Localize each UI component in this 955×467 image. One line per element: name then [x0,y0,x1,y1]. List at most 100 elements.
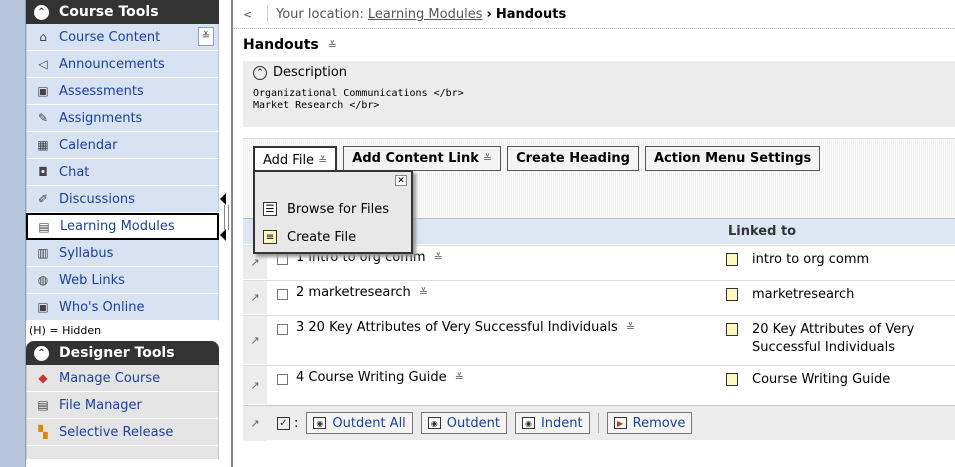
row-checkbox[interactable] [277,289,288,300]
sidebar-item-file-manager[interactable]: ▤ File Manager [26,392,219,419]
breadcrumb-separator: › [486,6,492,22]
document-icon [726,323,738,336]
drag-handle-icon[interactable]: ↗ [243,366,267,404]
menu-item-browse-for-files[interactable]: ☰ Browse for Files [263,198,389,220]
collapse-icon[interactable]: ⌃ [253,65,267,80]
bulk-actions-row: ↗ ✓ : ◉ Outdent All ◉ Outdent ◉ Indent ▶ Rem… [243,405,955,441]
breadcrumb-link-learning-modules[interactable]: Learning Modules [368,7,483,22]
remove-label: Remove [632,415,686,431]
description-header[interactable]: ⌃ Description [253,65,945,80]
breadcrumb-current: Handouts [495,6,567,22]
action-menu-settings-label: Action Menu Settings [653,151,812,166]
sidebar-item-learning-modules[interactable]: ▤ Learning Modules [26,213,219,240]
linked-to-text: Course Writing Guide [752,372,891,387]
description-line: Market Research </br> [253,100,380,111]
action-divider [597,413,599,433]
outdent-icon: ◉ [427,417,441,429]
row-title-text: 2 marketresearch [296,285,411,300]
linked-to-cell[interactable]: 20 Key Attributes of Very Successful Ind… [718,321,955,357]
sidebar-item-assignments[interactable]: ✎ Assignments [26,105,219,132]
row-title[interactable]: 1 intro to org comm ≚ [296,250,443,279]
indent-button[interactable]: ◉ Indent [514,412,590,434]
action-menu-icon[interactable]: ≚ [626,321,635,334]
action-menu-icon[interactable]: ≚ [328,39,337,52]
user-icon: ▣ [37,300,49,314]
row-checkbox[interactable] [277,254,288,265]
drag-handle-icon[interactable]: ↗ [243,316,267,364]
drag-handle-icon[interactable]: ↗ [243,281,267,314]
frame-splitter[interactable] [219,0,233,467]
discussion-icon: ✐ [37,192,49,206]
linked-to-cell[interactable]: Course Writing Guide [718,371,955,389]
chat-icon: ◘ [38,165,48,179]
sidebar-item-assessments[interactable]: ▣ Assessments [26,78,219,105]
sidebar-item-manage-course[interactable]: ◆ Manage Course [26,365,219,392]
outdent-label: Outdent [446,415,500,431]
linked-to-cell[interactable]: marketresearch [718,286,955,304]
toolbar: Add File ≚ Add Content Link ≚ Create Hea… [253,146,821,172]
sidebar-item-label: Web Links [59,272,125,288]
action-menu-icon[interactable]: ≚ [455,371,464,384]
sidebar-item-partial[interactable] [26,446,219,460]
sidebar-item-selective-release[interactable]: ▚ Selective Release [26,419,219,446]
sidebar-item-chat[interactable]: ◘ Chat [26,159,219,186]
action-menu-settings-button[interactable]: Action Menu Settings [644,146,821,171]
close-icon[interactable]: ✕ [395,175,407,186]
sidebar-item-label: Assignments [59,110,143,126]
collapse-icon[interactable]: ⌃ [34,345,49,361]
sidebar-item-label: Who's Online [59,299,145,315]
select-all-colon: : [294,415,299,431]
breadcrumb-prefix: Your location: [276,6,364,22]
sidebar-item-label: Selective Release [59,424,174,440]
drag-handle-icon: ↗ [243,405,267,441]
action-menu-icon[interactable]: ≚ [434,251,443,264]
menu-item-label: Browse for Files [287,201,390,217]
sidebar-item-discussions[interactable]: ✐ Discussions [26,186,219,213]
designer-tools-header[interactable]: ⌃ Designer Tools [26,341,219,365]
sidebar-item-course-content[interactable]: ⌂ Course Content ≚ [26,24,219,51]
create-heading-label: Create Heading [516,151,630,166]
remove-button[interactable]: ▶ Remove [606,412,693,434]
file-icon: ≡ [263,230,277,244]
row-title[interactable]: 4 Course Writing Guide ≚ [296,370,464,404]
create-heading-button[interactable]: Create Heading [507,146,639,171]
add-content-link-label: Add Content Link [352,151,479,166]
menu-item-create-file[interactable]: ≡ Create File [263,226,356,248]
description-label: Description [273,65,348,80]
row-title[interactable]: 3 20 Key Attributes of Very Successful I… [296,320,635,364]
collapse-icon[interactable]: ⌃ [34,4,49,20]
collapse-left-icon[interactable] [220,229,226,241]
sidebar-item-label: File Manager [59,397,142,413]
splitter-grip[interactable] [224,205,229,230]
add-content-link-button[interactable]: Add Content Link ≚ [343,146,502,171]
linked-to-cell[interactable]: intro to org comm [718,251,955,269]
globe-icon: ◍ [37,273,49,287]
assessment-icon: ▣ [37,84,49,98]
sidebar-item-announcements[interactable]: ◁ Announcements [26,51,219,78]
sidebar-item-whos-online[interactable]: ▣ Who's Online [26,294,219,321]
release-icon: ▚ [38,425,48,439]
outdent-button[interactable]: ◉ Outdent [420,412,507,434]
sidebar-item-calendar[interactable]: ▦ Calendar [26,132,219,159]
description-line: Organizational Communications </br> [253,88,464,99]
add-file-dropdown: ✕ ☰ Browse for Files ≡ Create File [253,170,413,254]
table-row: ↗ 3 20 Key Attributes of Very Successful… [243,315,955,364]
manage-icon: ◆ [38,371,48,385]
chevron-down-icon[interactable]: ≚ [198,27,214,46]
back-arrow-icon[interactable]: < [243,8,257,21]
sidebar-item-syllabus[interactable]: ▥ Syllabus [26,240,219,267]
action-menu-icon[interactable]: ≚ [419,286,428,299]
course-tools-header[interactable]: ⌃ Course Tools [26,0,219,24]
course-tools-title: Course Tools [59,4,159,20]
outdent-all-button[interactable]: ◉ Outdent All [306,412,413,434]
designer-tools-title: Designer Tools [59,345,175,361]
dropdown-icon: ≚ [482,152,493,165]
add-file-button[interactable]: Add File ≚ [253,146,338,172]
row-title[interactable]: 2 marketresearch ≚ [296,285,428,314]
sidebar-item-web-links[interactable]: ◍ Web Links [26,267,219,294]
sidebar: ⌃ Course Tools ⌂ Course Content ≚ ◁ Anno… [26,0,219,467]
row-checkbox[interactable] [277,324,288,335]
collapse-left-icon[interactable] [220,193,226,205]
row-checkbox[interactable] [277,374,288,385]
select-all-icon[interactable]: ✓ [277,416,290,430]
